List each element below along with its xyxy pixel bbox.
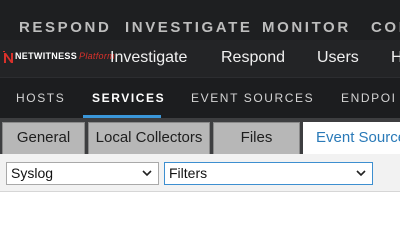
top-nav-monitor[interactable]: MONITOR [262,19,351,36]
admin-nav: HOSTS SERVICES EVENT SOURCES ENDPOI [0,77,400,118]
tab-files[interactable]: Files [213,122,300,154]
logo-brand: NETWITNESS [15,51,78,61]
logo-text: NETWITNESS Platform [15,51,115,61]
app-header: NETWITNESS Platform Investigate Respond U… [0,40,400,77]
chevron-down-icon [356,170,366,177]
event-source-type-select[interactable]: Syslog [6,162,159,185]
filters-value: Filters [169,165,208,181]
top-nav-respond[interactable]: RESPOND [19,19,111,36]
event-source-panel: Syslog Filters [0,154,400,241]
tab-event-source[interactable]: Event Source [303,122,400,154]
service-tabs: General Local Collectors Files Event Sou… [0,118,400,154]
top-nav-config[interactable]: CON [371,19,400,36]
admin-nav-event-sources[interactable]: EVENT SOURCES [191,91,314,105]
top-nav-investigate[interactable]: INVESTIGATE [125,19,253,36]
admin-nav-hosts[interactable]: HOSTS [16,91,65,105]
nav-users[interactable]: Users [317,49,359,67]
top-nav: RESPOND INVESTIGATE MONITOR CON [0,0,400,40]
admin-nav-services[interactable]: SERVICES [92,91,165,105]
admin-nav-endpoint[interactable]: ENDPOI [341,91,397,105]
tab-local-collectors[interactable]: Local Collectors [88,122,210,154]
chevron-down-icon [142,170,152,177]
nav-hosts[interactable]: H [391,49,400,67]
filters-select[interactable]: Filters [164,162,373,185]
event-source-toolbar: Syslog Filters [0,154,400,192]
tab-general[interactable]: General [2,122,85,154]
netwitness-logo-icon [3,51,13,63]
nav-investigate[interactable]: Investigate [110,49,187,67]
event-source-type-value: Syslog [11,165,54,181]
nav-respond[interactable]: Respond [221,49,285,67]
